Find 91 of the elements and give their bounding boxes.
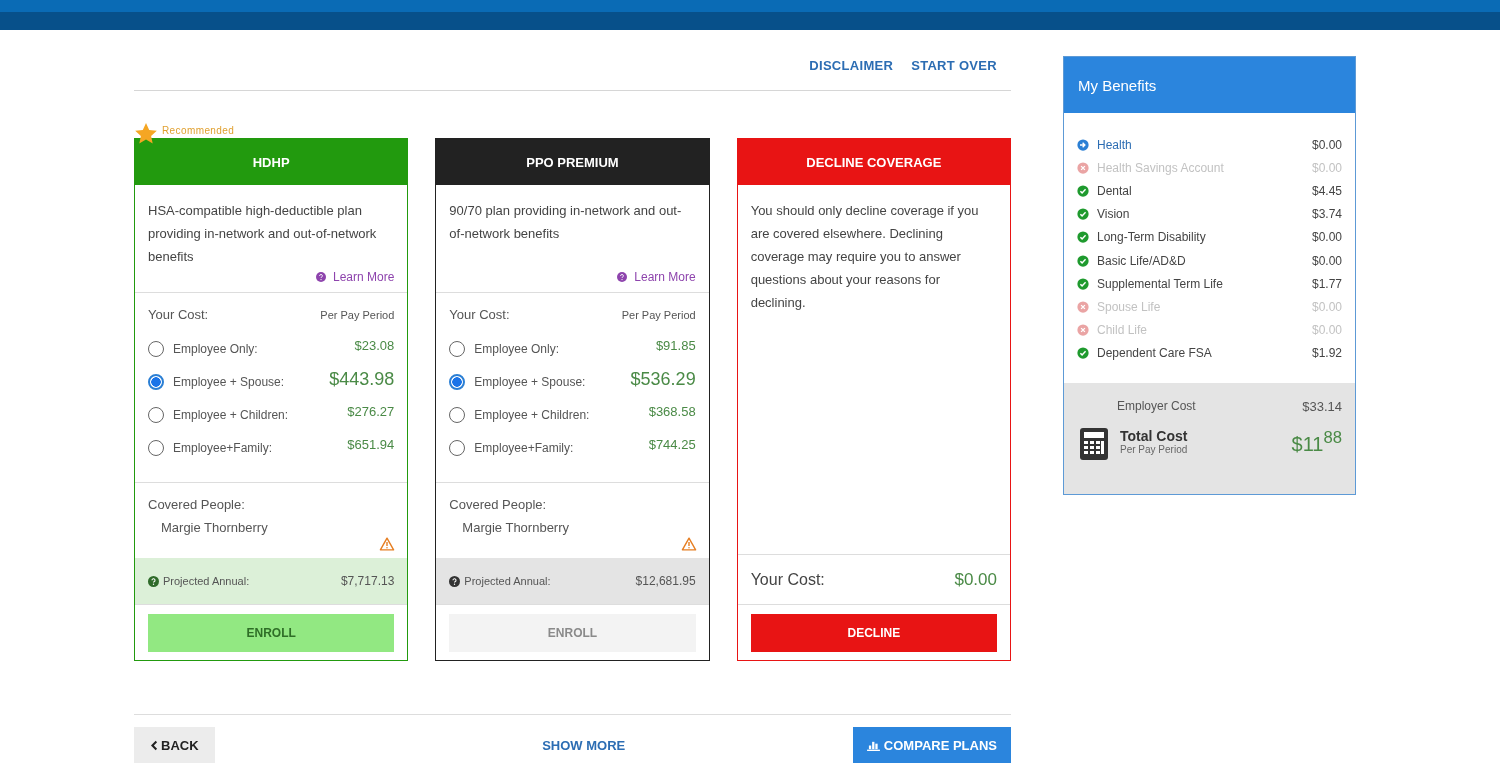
benefit-name[interactable]: Dental bbox=[1097, 183, 1312, 198]
warning-icon bbox=[379, 537, 396, 551]
cost-value: $0.00 bbox=[954, 569, 997, 590]
coverage-option-label: Employee+Family: bbox=[474, 440, 575, 455]
check-icon bbox=[1077, 184, 1089, 197]
option-price: $23.08 bbox=[354, 337, 395, 353]
benefit-amount: $0.00 bbox=[1311, 299, 1342, 314]
coverage-option-label: Employee + Spouse: bbox=[173, 374, 286, 389]
decline-description: You should only decline coverage if you are covered elsewhere. Declining coverage may require you to answer questions about your reasons for declining. bbox=[750, 202, 980, 312]
benefit-name[interactable]: Vision bbox=[1097, 207, 1312, 222]
plan-title: PPO PREMIUM bbox=[436, 139, 709, 185]
bar-chart-icon bbox=[866, 739, 880, 751]
benefit-amount: $0.00 bbox=[1311, 323, 1342, 338]
plan-description: HSA-compatible high-deductible plan providing in-network and out-of-network benefits bbox=[148, 202, 378, 266]
option-price: $276.27 bbox=[347, 403, 395, 419]
total-cost-label: Total Cost bbox=[1120, 427, 1189, 444]
calculator-icon bbox=[1080, 427, 1108, 460]
help-icon bbox=[449, 575, 461, 587]
employer-cost-label: Employer Cost bbox=[1117, 398, 1196, 414]
benefit-amount: $0.00 bbox=[1311, 160, 1342, 175]
benefit-amount: $0.00 bbox=[1311, 253, 1342, 268]
panel-title: My Benefits bbox=[1064, 57, 1355, 113]
cross-icon bbox=[1077, 324, 1089, 337]
check-icon bbox=[1077, 231, 1089, 244]
learn-more-link[interactable]: Learn More bbox=[617, 270, 696, 284]
cost-label: Your Cost: bbox=[449, 307, 510, 322]
enroll-button[interactable]: ENROLL bbox=[148, 613, 395, 652]
check-icon bbox=[1077, 254, 1089, 267]
benefit-amount: $4.45 bbox=[1311, 183, 1342, 198]
covered-person: Margie Thornberry bbox=[161, 520, 269, 535]
header-link[interactable]: DISCLAIMER bbox=[809, 58, 894, 90]
covered-people-label: Covered People: bbox=[449, 497, 548, 512]
projected-annual-label: Projected Annual: bbox=[464, 575, 552, 587]
projected-annual-value: $12,681.95 bbox=[635, 574, 696, 588]
coverage-option-label: Employee + Children: bbox=[173, 407, 290, 422]
help-icon bbox=[315, 272, 326, 282]
option-price: $651.94 bbox=[347, 436, 395, 452]
projected-annual-value: $7,717.13 bbox=[340, 574, 395, 588]
check-icon bbox=[1077, 347, 1089, 360]
benefit-amount: $0.00 bbox=[1311, 137, 1342, 152]
compare-plans-button[interactable]: COMPARE PLANS bbox=[852, 727, 1011, 763]
plan-title: DECLINE COVERAGE bbox=[737, 139, 1010, 185]
help-icon bbox=[148, 575, 159, 587]
cost-label: Your Cost: bbox=[750, 570, 825, 589]
benefit-name[interactable]: Basic Life/AD&D bbox=[1097, 253, 1312, 268]
benefit-amount: $1.77 bbox=[1311, 276, 1342, 291]
benefit-name[interactable]: Health bbox=[1097, 137, 1312, 152]
check-icon bbox=[1077, 208, 1089, 221]
projected-annual-label: Projected Annual: bbox=[163, 575, 251, 587]
plan-description: 90/70 plan providing in-network and out-of-network benefits bbox=[449, 202, 683, 243]
total-cost-value: $11$^{88}$ bbox=[1291, 427, 1342, 456]
radio-button[interactable] bbox=[449, 373, 466, 390]
learn-more-link[interactable]: Learn More bbox=[315, 270, 395, 284]
enroll-button[interactable]: ENROLL bbox=[449, 613, 696, 652]
show-more-link[interactable]: SHOW MORE bbox=[542, 737, 626, 753]
coverage-option-label: Employee+Family: bbox=[173, 440, 274, 455]
employer-cost-value: $33.14 bbox=[1302, 398, 1342, 414]
radio-button[interactable] bbox=[148, 373, 164, 390]
recommended-label: Recommended bbox=[162, 125, 235, 136]
period-label: Per Pay Period bbox=[621, 309, 696, 321]
decline-button[interactable]: DECLINE bbox=[750, 613, 997, 652]
cross-icon bbox=[1077, 300, 1089, 313]
benefit-name[interactable]: Supplemental Term Life bbox=[1097, 276, 1312, 291]
coverage-option-label: Employee Only: bbox=[474, 341, 561, 356]
benefit-amount: $1.92 bbox=[1311, 346, 1342, 361]
option-price: $368.58 bbox=[648, 403, 696, 419]
check-icon bbox=[1077, 277, 1089, 290]
option-price: $744.25 bbox=[648, 436, 696, 452]
option-price: $443.98 bbox=[329, 368, 395, 390]
warning-icon bbox=[680, 537, 697, 551]
cost-label: Your Cost: bbox=[148, 307, 209, 322]
benefit-name[interactable]: Dependent Care FSA bbox=[1097, 346, 1312, 361]
arrow-icon bbox=[1077, 138, 1089, 151]
period-label: Per Pay Period bbox=[320, 309, 395, 321]
option-price: $536.29 bbox=[630, 368, 696, 390]
coverage-option-label: Employee + Spouse: bbox=[474, 374, 587, 389]
help-icon bbox=[617, 272, 628, 282]
benefit-name[interactable]: Long-Term Disability bbox=[1097, 230, 1312, 245]
covered-person: Margie Thornberry bbox=[462, 520, 571, 535]
per-pay-period-label: Per Pay Period bbox=[1120, 443, 1189, 455]
plan-title: HDHP bbox=[135, 139, 408, 185]
cross-icon bbox=[1077, 161, 1089, 174]
header-link[interactable]: START OVER bbox=[911, 58, 997, 90]
chevron-left-icon bbox=[150, 739, 158, 751]
benefit-amount: $3.74 bbox=[1311, 207, 1342, 222]
coverage-option-label: Employee + Children: bbox=[474, 407, 591, 422]
covered-people-label: Covered People: bbox=[148, 497, 246, 512]
benefit-amount: $0.00 bbox=[1311, 230, 1342, 245]
option-price: $91.85 bbox=[655, 337, 696, 353]
back-button[interactable]: BACK bbox=[134, 727, 215, 763]
coverage-option-label: Employee Only: bbox=[173, 341, 259, 356]
